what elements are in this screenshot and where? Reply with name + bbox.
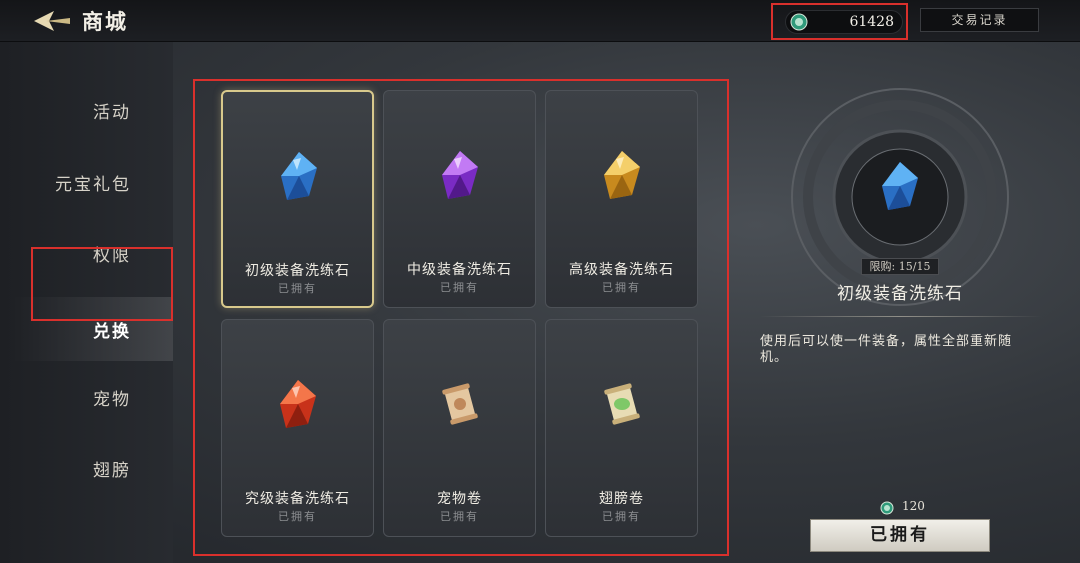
currency-value: 61428 [849,14,894,30]
blue-crystal-icon [269,146,329,206]
item-status: 已拥有 [278,510,317,523]
sidebar-item-label: 活动 [93,103,131,123]
transaction-history-button[interactable]: 交易记录 [920,8,1039,32]
item-preview-ring [787,84,1013,310]
shop-item-card[interactable]: 翅膀卷 已拥有 [545,319,698,537]
price-value: 120 [902,499,925,513]
item-status: 已拥有 [440,281,479,294]
item-status: 已拥有 [440,510,479,523]
item-name: 究级装备洗练石 [245,491,350,507]
purchase-limit-badge: 限购: 15/15 [861,258,939,275]
shop-item-card[interactable]: 宠物卷 已拥有 [383,319,536,537]
back-arrow-icon[interactable] [32,9,72,33]
sidebar-item-label: 翅膀 [93,461,131,481]
red-crystal-icon [268,374,328,434]
shop-item-card[interactable]: 初级装备洗练石 已拥有 [221,90,374,308]
item-name: 翅膀卷 [599,491,644,507]
shop-item-card[interactable]: 高级装备洗练石 已拥有 [545,90,698,308]
shop-item-card[interactable]: 究级装备洗练石 已拥有 [221,319,374,537]
item-status: 已拥有 [278,282,317,295]
gold-crystal-icon [592,145,652,205]
currency-display: 61428 [771,3,908,40]
sidebar-item-pets[interactable]: 宠物 [0,369,173,425]
item-status: 已拥有 [602,510,641,523]
detail-item-name: 初级装备洗练石 [837,284,963,304]
currency-pill: 61428 [785,10,903,34]
item-status: 已拥有 [602,281,641,294]
sidebar-item-label: 元宝礼包 [55,175,131,195]
purple-crystal-icon [430,145,490,205]
top-bar: 商城 61428 交易记录 [0,0,1080,42]
pet-scroll-icon [430,374,490,434]
sidebar-item-wings[interactable]: 翅膀 [0,440,173,496]
item-name: 高级装备洗练石 [569,262,674,278]
item-name: 宠物卷 [437,491,482,507]
active-tab-highlight [31,247,173,321]
sidebar-item-activity[interactable]: 活动 [0,82,173,138]
sidebar-item-label: 宠物 [93,390,131,410]
owned-button[interactable]: 已拥有 [810,519,990,552]
jade-coin-icon [880,500,894,515]
item-name: 中级装备洗练石 [407,262,512,278]
detail-item-description: 使用后可以使一件装备，属性全部重新随机。 [760,334,1013,365]
sidebar-item-gift-packs[interactable]: 元宝礼包 [0,154,173,210]
wing-scroll-icon [592,374,652,434]
shop-item-card[interactable]: 中级装备洗练石 已拥有 [383,90,536,308]
item-name: 初级装备洗练石 [245,263,350,279]
page-title: 商城 [82,9,128,34]
jade-coin-icon [790,13,808,31]
divider [760,316,1042,317]
